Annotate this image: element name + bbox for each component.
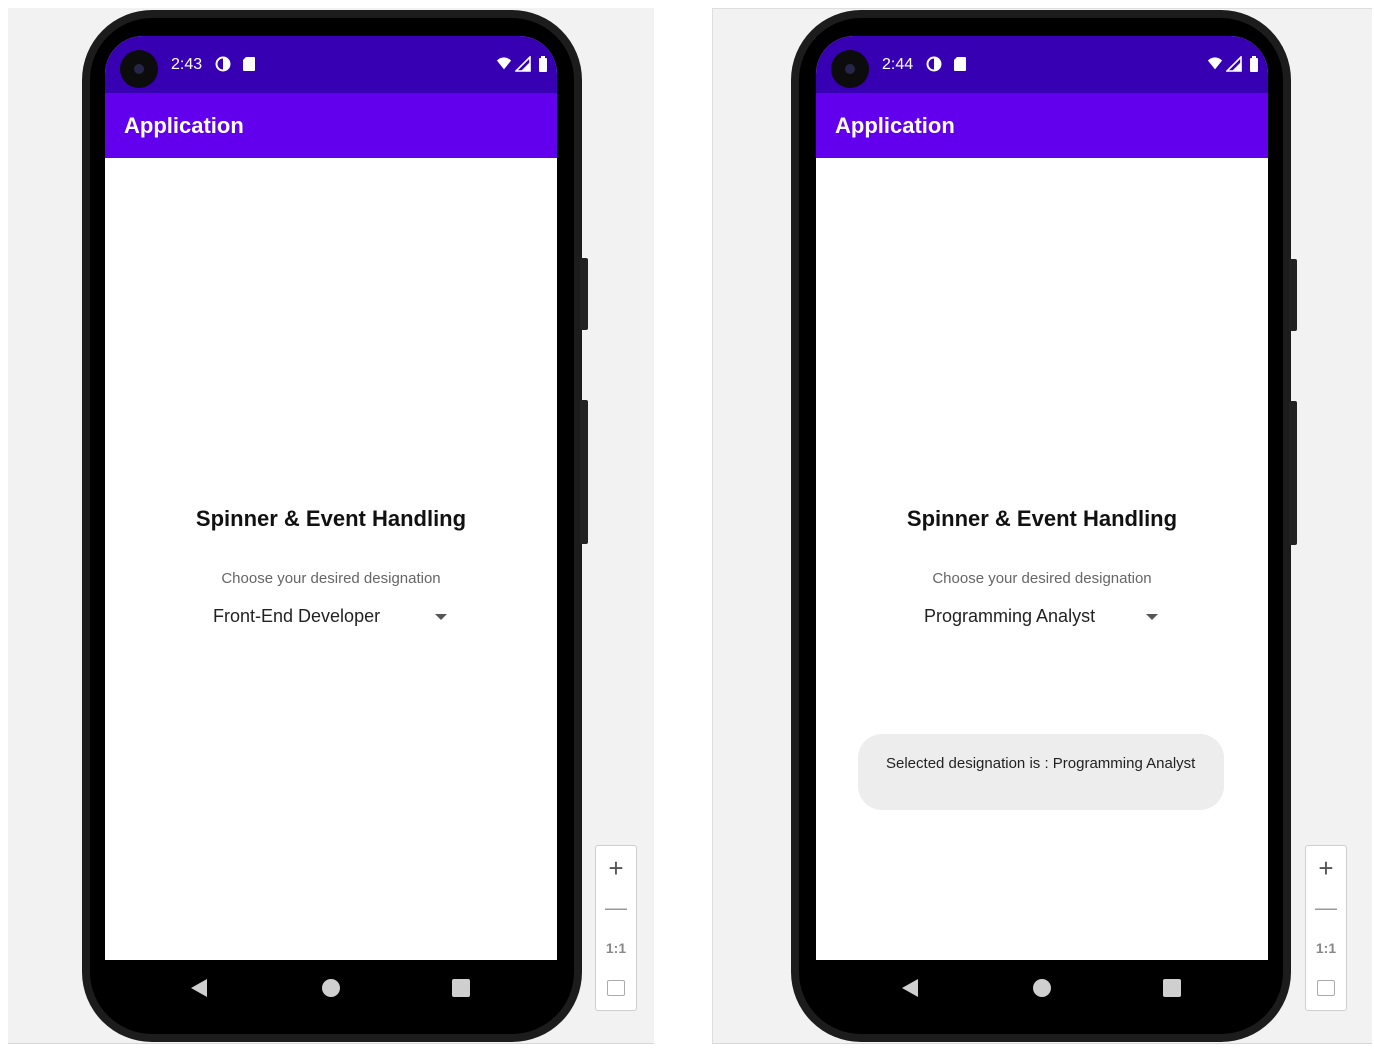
actual-size-label: 1:1 [1315, 940, 1337, 956]
power-button[interactable] [580, 400, 588, 544]
power-button[interactable] [1289, 401, 1297, 545]
emulator-panel-right: 2:44 Application Spinner & Event Handlin… [712, 8, 1372, 1044]
data-saver-icon [215, 56, 231, 72]
zoom-out-button[interactable]: — [596, 888, 636, 928]
status-time: 2:44 [882, 56, 914, 73]
zoom-controls: + — 1:1 [1305, 845, 1347, 1011]
phone-screen: 2:43 Application Spinner & Event Handlin… [105, 36, 557, 960]
signal-icon [1226, 56, 1242, 72]
volume-button[interactable] [580, 258, 588, 330]
home-nav-icon[interactable] [322, 979, 340, 997]
status-bar: 2:43 [105, 36, 557, 93]
app-title: Application [835, 113, 955, 138]
volume-button[interactable] [1289, 259, 1297, 331]
wifi-icon [496, 56, 512, 72]
front-camera [831, 50, 869, 88]
zoom-out-button[interactable]: — [1306, 888, 1346, 928]
page-heading: Spinner & Event Handling [906, 506, 1178, 531]
designation-prompt: Choose your desired designation [932, 570, 1152, 587]
designation-spinner[interactable]: Front-End Developer [201, 602, 447, 632]
status-bar: 2:44 [816, 36, 1268, 93]
zoom-fit-button[interactable] [596, 968, 636, 1008]
zoom-controls: + — 1:1 [595, 845, 637, 1011]
zoom-fit-icon [1317, 980, 1335, 996]
sd-card-icon [952, 56, 968, 72]
front-camera [120, 50, 158, 88]
designation-spinner[interactable]: Programming Analyst [912, 602, 1158, 632]
dropdown-arrow-icon[interactable] [435, 614, 447, 620]
zoom-in-icon: + [608, 852, 624, 883]
zoom-in-icon: + [1318, 852, 1334, 883]
zoom-fit-button[interactable] [1306, 968, 1346, 1008]
recents-nav-icon[interactable] [452, 979, 470, 997]
sd-card-icon [241, 56, 257, 72]
recents-nav-icon[interactable] [1163, 979, 1181, 997]
dropdown-arrow-icon[interactable] [1146, 614, 1158, 620]
navigation-bar [816, 960, 1268, 1016]
emulator-panel-left: 2:43 Application Spinner & Event Handlin… [8, 8, 654, 1044]
actual-size-button[interactable]: 1:1 [1306, 928, 1346, 968]
phone-screen: 2:44 Application Spinner & Event Handlin… [816, 36, 1268, 960]
designation-prompt: Choose your desired designation [221, 570, 441, 587]
back-nav-icon[interactable] [191, 979, 207, 997]
zoom-out-icon: — [605, 895, 627, 920]
back-nav-icon[interactable] [902, 979, 918, 997]
zoom-fit-icon [607, 980, 625, 996]
home-nav-icon[interactable] [1033, 979, 1051, 997]
spinner-selected-value: Programming Analyst [924, 606, 1096, 626]
page-heading: Spinner & Event Handling [195, 506, 467, 531]
status-time: 2:43 [171, 56, 203, 73]
navigation-bar [105, 960, 557, 1016]
zoom-in-button[interactable]: + [596, 848, 636, 888]
actual-size-button[interactable]: 1:1 [596, 928, 636, 968]
zoom-out-icon: — [1315, 895, 1337, 920]
app-title: Application [124, 113, 244, 138]
toast-message: Selected designation is : Programming An… [858, 734, 1224, 810]
spinner-selected-value: Front-End Developer [213, 606, 381, 626]
battery-icon [535, 56, 551, 72]
data-saver-icon [926, 56, 942, 72]
battery-icon [1246, 56, 1262, 72]
actual-size-label: 1:1 [605, 940, 627, 956]
wifi-icon [1207, 56, 1223, 72]
signal-icon [515, 56, 531, 72]
zoom-in-button[interactable]: + [1306, 848, 1346, 888]
toast-text: Selected designation is : Programming An… [886, 755, 1196, 772]
